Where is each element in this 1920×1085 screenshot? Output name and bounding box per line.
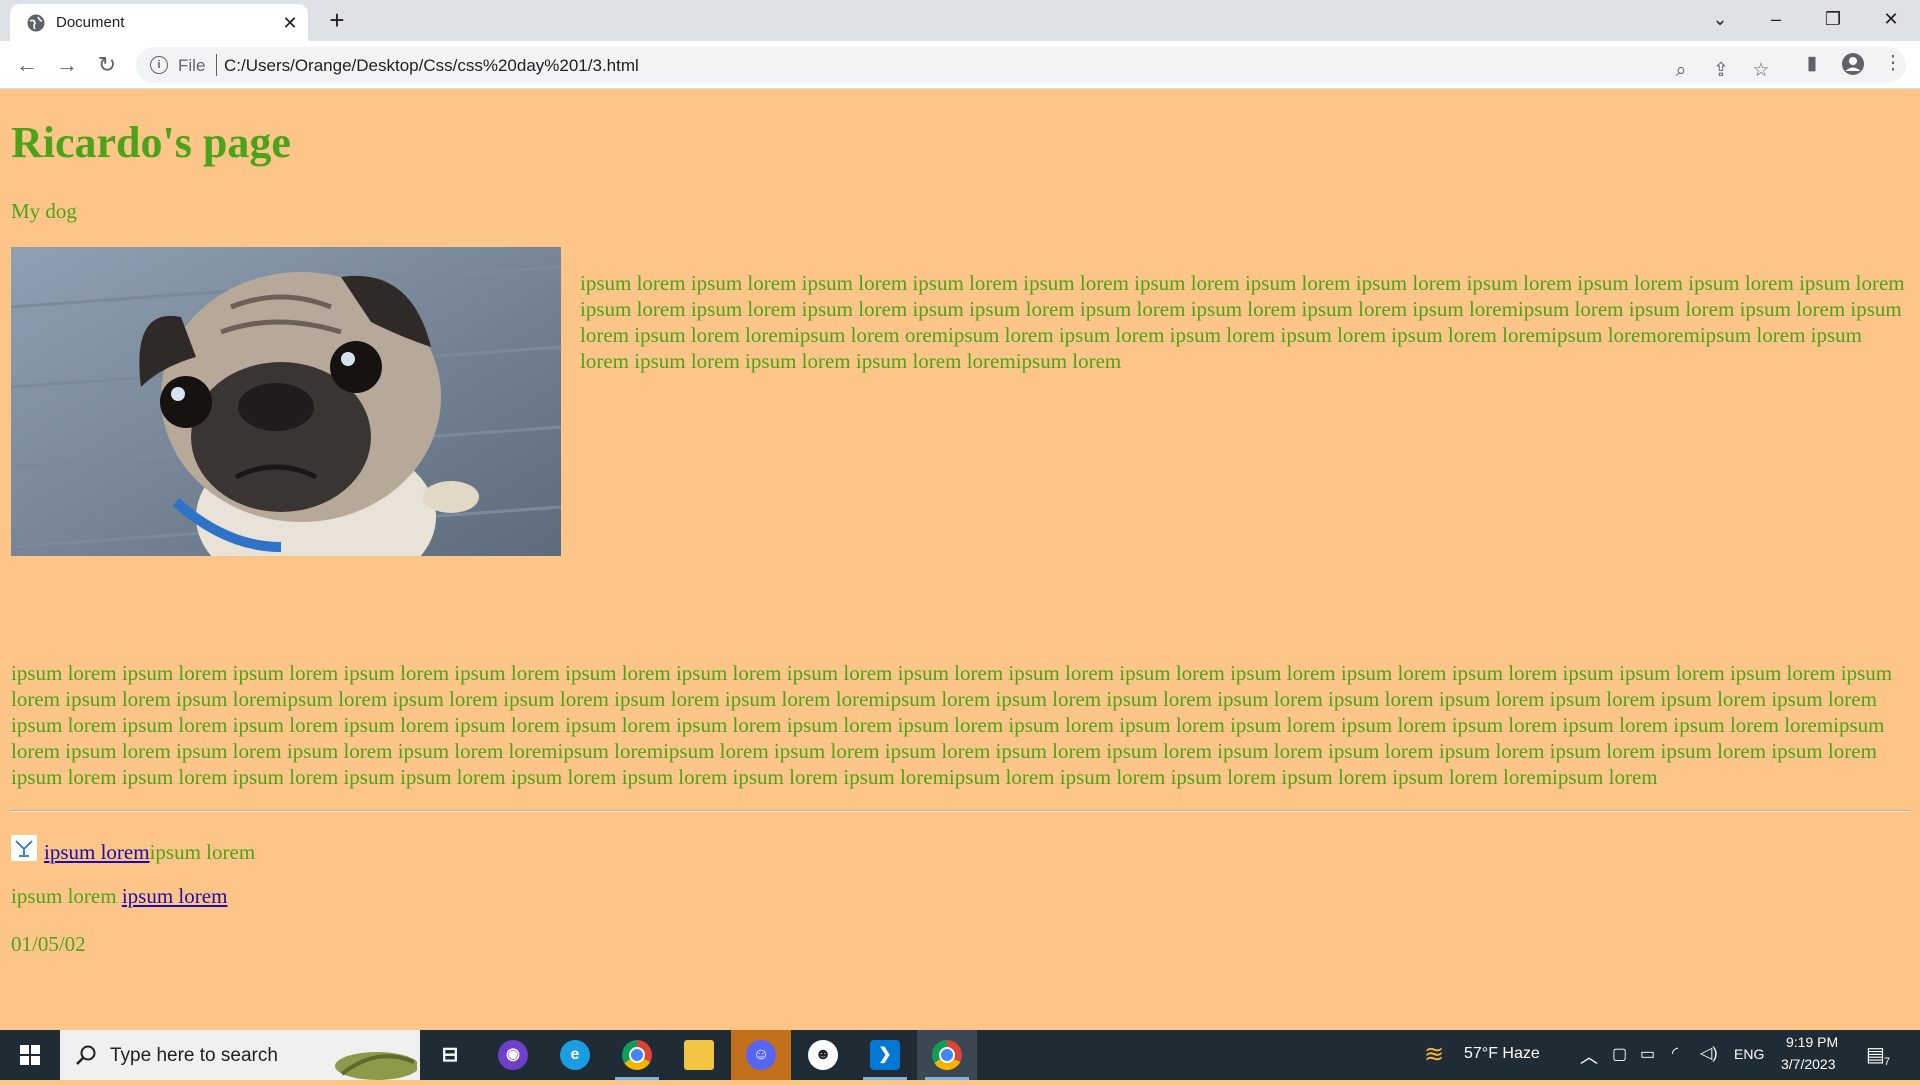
main-paragraph: ipsum lorem ipsum lorem ipsum lorem ipsu… xyxy=(11,661,1893,789)
taskbar-search-box[interactable]: Type here to search xyxy=(60,1030,420,1080)
minimize-button[interactable]: – xyxy=(1754,4,1798,34)
windows-start-button[interactable] xyxy=(0,1030,60,1080)
edge-app[interactable]: e xyxy=(545,1030,605,1080)
vscode-icon: ❯ xyxy=(870,1040,900,1070)
ipsum-lorem-link-1[interactable]: ipsum lorem xyxy=(44,840,150,864)
page-subtitle: My dog xyxy=(11,199,77,223)
emoji-app[interactable]: ☻ xyxy=(793,1030,853,1080)
profile-avatar-icon[interactable] xyxy=(1838,49,1868,79)
file-explorer-app[interactable] xyxy=(669,1030,729,1080)
haze-weather-icon[interactable]: ≋ xyxy=(1424,1040,1444,1069)
back-arrow-icon[interactable]: ← xyxy=(13,51,41,79)
clock-time[interactable]: 9:19 PM xyxy=(1786,1034,1838,1050)
task-view-button[interactable]: ⊟ xyxy=(420,1030,480,1080)
tab-document[interactable]: Document ✕ xyxy=(10,4,308,41)
chrome-icon xyxy=(622,1040,652,1070)
intro-paragraph: ipsum lorem ipsum lorem ipsum lorem ipsu… xyxy=(580,271,1905,373)
line2-text: ipsum lorem xyxy=(11,884,122,908)
share-icon[interactable]: ⇪ xyxy=(1706,56,1736,86)
address-scheme: File xyxy=(178,56,206,75)
chevron-up-icon[interactable]: ︿ xyxy=(1580,1043,1598,1069)
chrome-active-app[interactable] xyxy=(917,1030,977,1080)
search-highlight-illustration xyxy=(335,1052,417,1080)
restore-button[interactable]: ❐ xyxy=(1811,4,1855,34)
discord-app[interactable]: ☺ xyxy=(731,1030,791,1080)
browser-menu-icon[interactable]: ⋮ xyxy=(1878,49,1908,79)
horizontal-rule xyxy=(11,810,1909,812)
battery-icon[interactable]: ▭ xyxy=(1640,1044,1655,1064)
tab-title: Document xyxy=(56,14,125,31)
page-content: Ricardo's page My dog ipsum lorem ipsum … xyxy=(0,89,1920,1029)
clock-date[interactable]: 3/7/2023 xyxy=(1781,1056,1836,1072)
side-panel-icon[interactable]: ▮ xyxy=(1797,49,1827,79)
tab-search-chevron-icon[interactable]: ⌄ xyxy=(1698,4,1742,34)
chrome-icon xyxy=(932,1040,962,1070)
task-view-icon: ⊟ xyxy=(441,1044,459,1066)
volume-icon[interactable]: ◁) xyxy=(1700,1043,1718,1063)
close-window-button[interactable]: ✕ xyxy=(1869,4,1913,34)
globe-icon xyxy=(27,14,45,32)
tab-strip: Document ✕ + ⌄ – ❐ ✕ xyxy=(0,0,1920,41)
edge-icon: e xyxy=(560,1040,590,1070)
link-line-1: ipsum loremipsum lorem xyxy=(11,835,255,865)
link-line-2: ipsum lorem ipsum lorem xyxy=(11,883,227,909)
github-desktop-app[interactable]: ◉ xyxy=(483,1030,543,1080)
new-tab-button[interactable]: + xyxy=(324,7,350,34)
forward-arrow-icon[interactable]: → xyxy=(53,51,81,79)
ipsum-lorem-link-2[interactable]: ipsum lorem xyxy=(122,884,228,908)
notifications-icon[interactable]: ▤ xyxy=(1866,1042,1885,1067)
zoom-icon[interactable]: ⌕ xyxy=(1666,56,1696,86)
notifications-count: 7 xyxy=(1884,1056,1891,1068)
meet-now-icon[interactable]: ▢ xyxy=(1612,1044,1627,1064)
dog-photo xyxy=(11,247,561,556)
close-tab-icon[interactable]: ✕ xyxy=(280,13,300,33)
bookmark-star-icon[interactable]: ☆ xyxy=(1746,56,1776,86)
search-icon xyxy=(76,1045,96,1065)
discord-icon: ☺ xyxy=(746,1040,776,1070)
chrome-app[interactable] xyxy=(607,1030,667,1080)
browser-toolbar: ← → ↻ i File C:/Users/Orange/Desktop/Css… xyxy=(0,41,1920,89)
date-text: 01/05/02 xyxy=(11,932,86,956)
small-logo-image xyxy=(11,835,37,861)
vscode-app[interactable]: ❯ xyxy=(855,1030,915,1080)
address-bar[interactable]: i File C:/Users/Orange/Desktop/Css/css%2… xyxy=(136,47,1906,83)
github-icon: ◉ xyxy=(498,1040,528,1070)
site-info-icon[interactable]: i xyxy=(150,56,168,74)
search-placeholder: Type here to search xyxy=(110,1045,278,1066)
address-url[interactable]: C:/Users/Orange/Desktop/Css/css%20day%20… xyxy=(224,56,639,76)
taskbar: Type here to search ⊟ ◉ e ☺ ☻ ❯ ≋ 57°F H… xyxy=(0,1030,1920,1080)
windows-logo-icon xyxy=(20,1045,40,1065)
folder-icon xyxy=(684,1040,714,1070)
address-divider xyxy=(216,54,217,76)
reload-icon[interactable]: ↻ xyxy=(93,51,121,79)
language-indicator[interactable]: ENG xyxy=(1734,1046,1764,1062)
line1-text: ipsum lorem xyxy=(149,840,256,864)
weather-text[interactable]: 57°F Haze xyxy=(1464,1045,1540,1063)
page-title: Ricardo's page xyxy=(11,118,291,167)
smiley-icon: ☻ xyxy=(808,1040,838,1070)
wifi-icon[interactable]: ◜ xyxy=(1672,1043,1678,1063)
